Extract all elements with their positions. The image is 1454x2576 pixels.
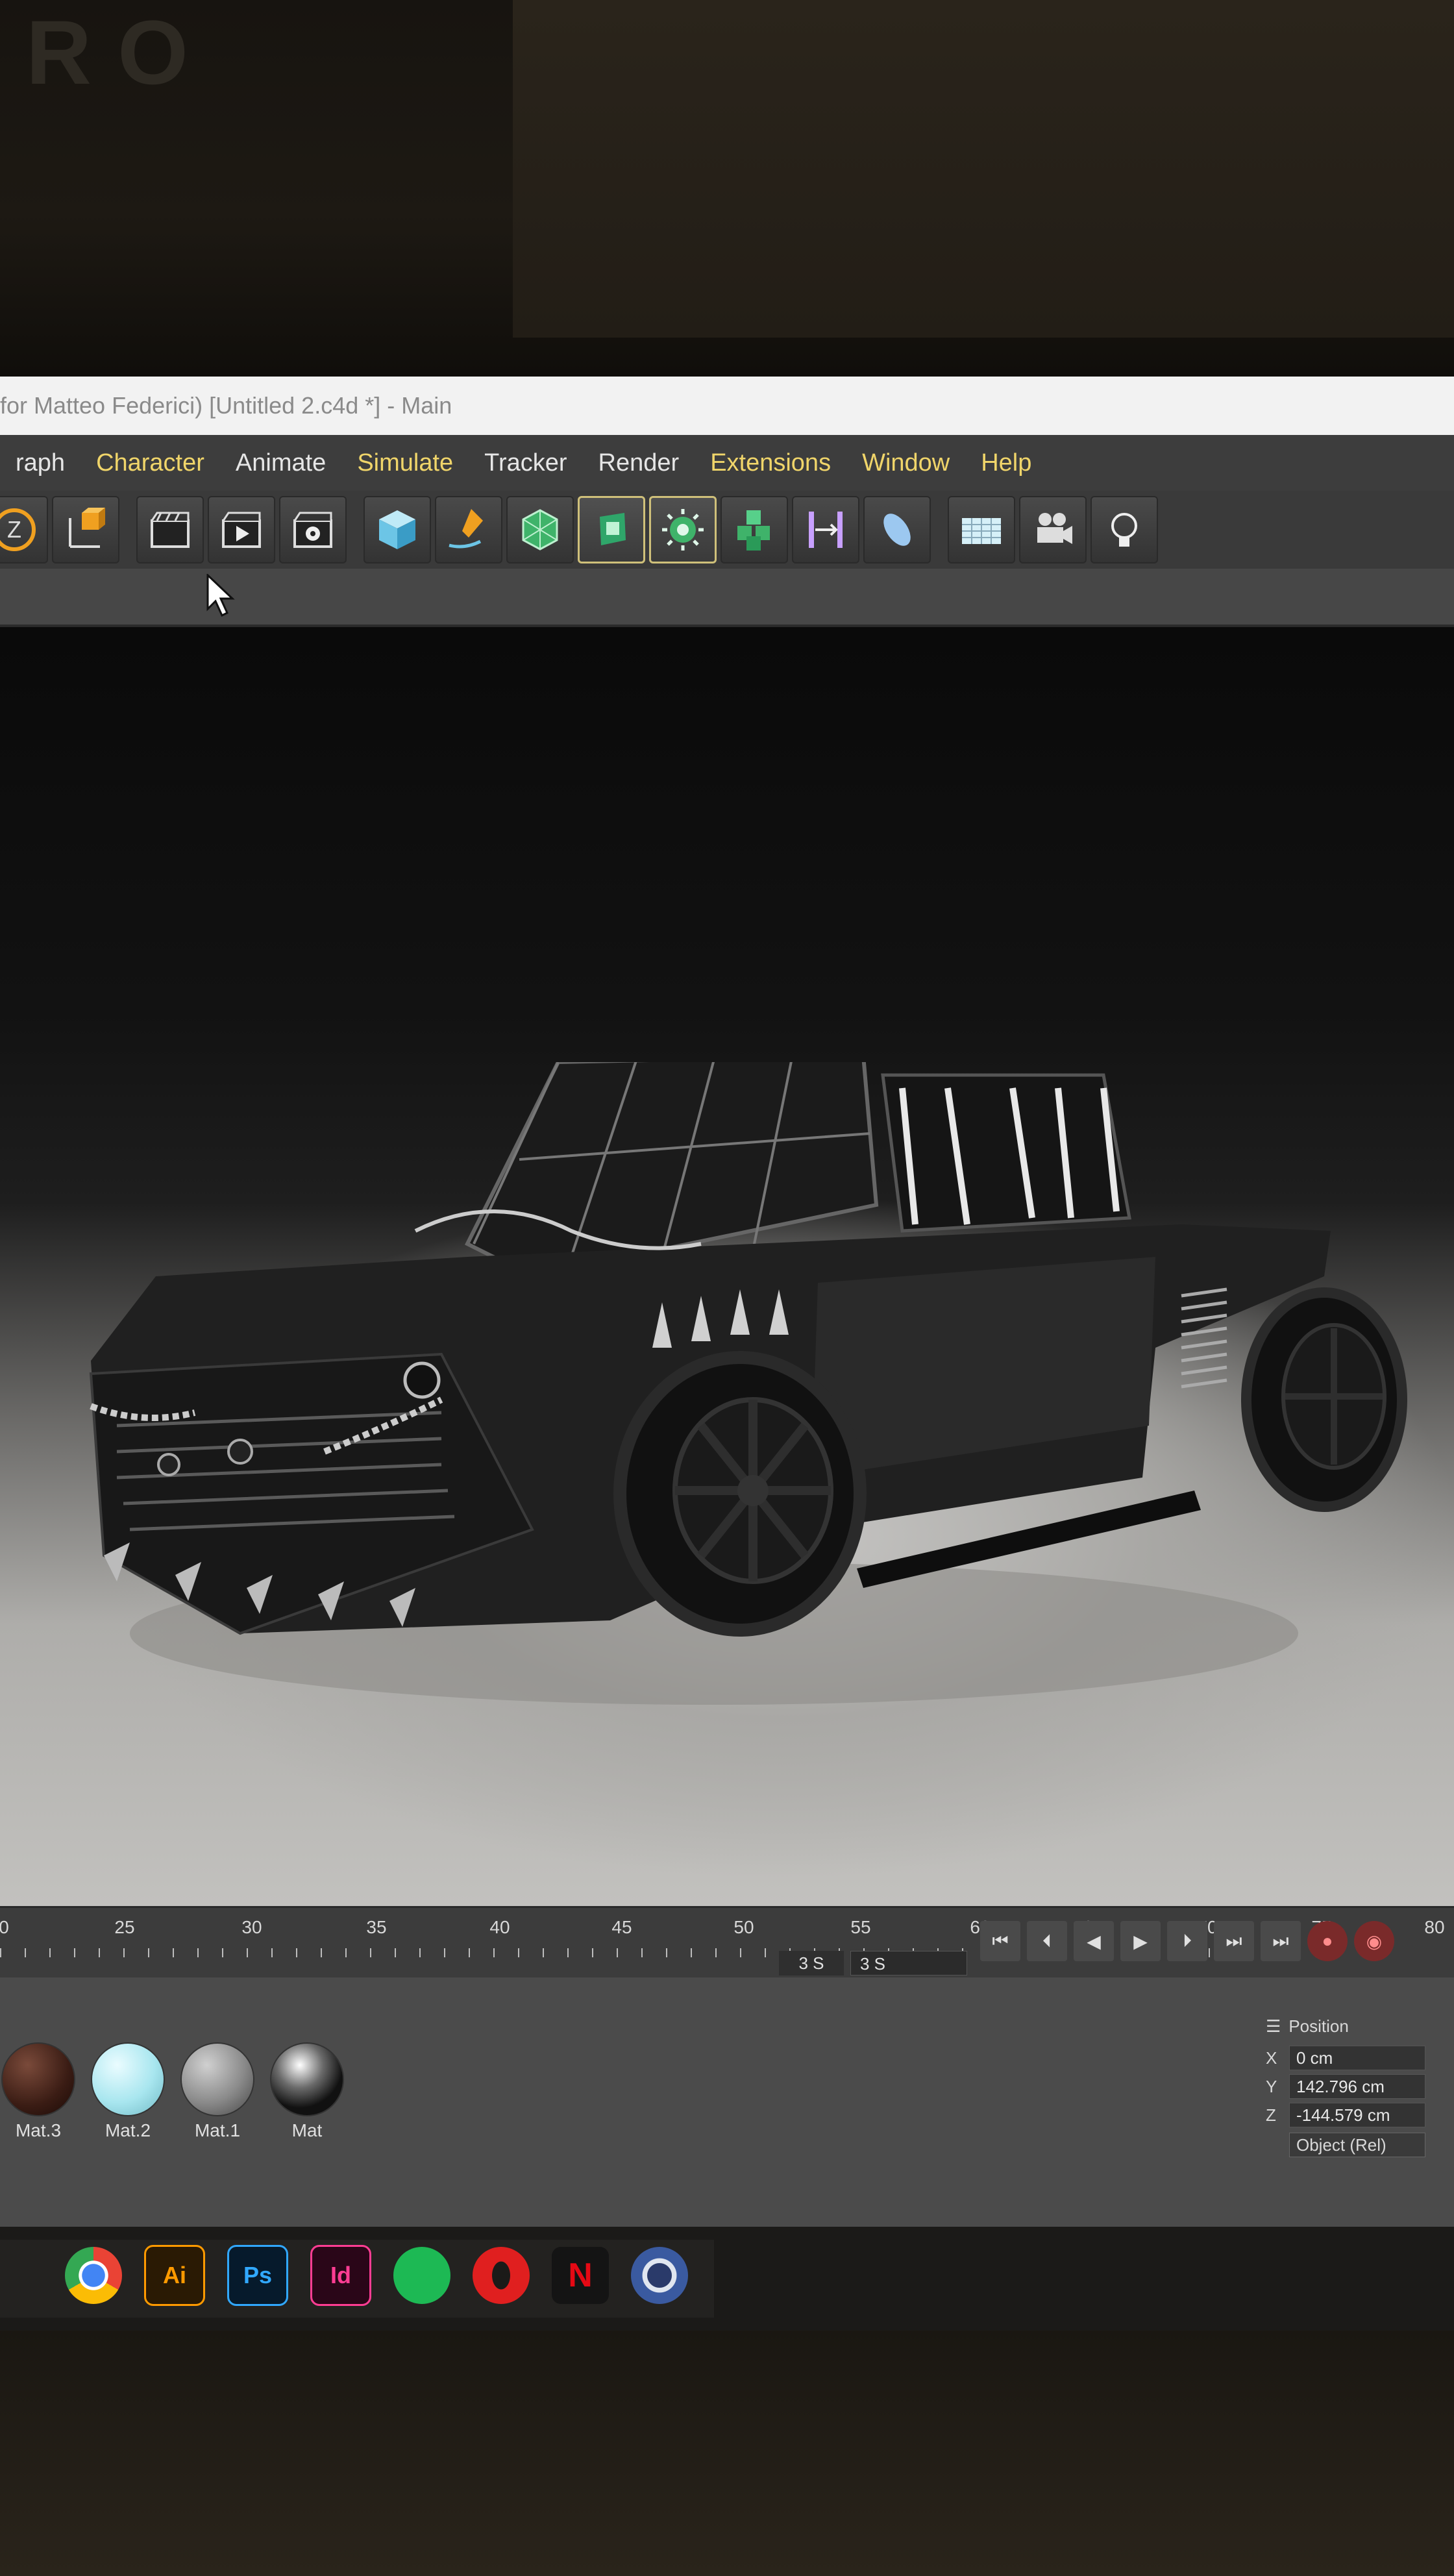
menu-character[interactable]: Character: [80, 449, 220, 477]
record-active-icon[interactable]: ●: [1307, 1921, 1348, 1961]
subdivision-icon[interactable]: [506, 496, 574, 564]
material-label: Mat.1: [194, 2120, 241, 2140]
render-settings-icon[interactable]: [279, 496, 347, 564]
photoshop-icon[interactable]: Ps: [227, 2245, 288, 2306]
hamburger-icon[interactable]: ☰: [1266, 2016, 1281, 2037]
chrome-icon[interactable]: [65, 2247, 122, 2304]
material-item[interactable]: Mat.3: [0, 2042, 77, 2141]
material-item[interactable]: Mat: [269, 2042, 345, 2141]
taskbar-apps: Ai Ps Id N: [0, 2245, 688, 2306]
cinema4d-window: for Matteo Federici) [Untitled 2.c4d *] …: [0, 377, 1454, 2227]
deformer-icon[interactable]: [792, 496, 859, 564]
tick-label: 0: [0, 1917, 9, 1937]
next-frame-icon[interactable]: ⏵: [1167, 1921, 1207, 1961]
position-x-field[interactable]: 0 cm: [1289, 2046, 1425, 2070]
rear-wheel: [1241, 1287, 1407, 1512]
material-label: Mat.3: [15, 2120, 62, 2140]
lower-panel: Mat.3 Mat.2 Mat.1 Mat ☰ Position X 0 cm …: [0, 1977, 1454, 2227]
spotify-icon[interactable]: [393, 2247, 450, 2304]
material-preview: [270, 2042, 344, 2116]
front-wheel: [613, 1351, 867, 1637]
menu-mograph[interactable]: raph: [0, 449, 80, 477]
coordinates-title: Position: [1288, 2016, 1349, 2036]
material-item[interactable]: Mat.2: [90, 2042, 166, 2141]
menu-animate[interactable]: Animate: [220, 449, 341, 477]
mograph-cloner-icon[interactable]: [649, 496, 717, 564]
tick-label: 80: [1424, 1917, 1445, 1937]
timeline-panel: 0 25 30 35 40 45 50 55 60 65 70 75 80 3 …: [0, 1906, 1454, 1979]
cube-icon[interactable]: [364, 496, 431, 564]
menu-bar: raph Character Animate Simulate Tracker …: [0, 435, 1454, 491]
tick-label: 35: [366, 1917, 387, 1937]
menu-simulate[interactable]: Simulate: [341, 449, 469, 477]
extrude-icon[interactable]: [578, 496, 645, 564]
field-icon[interactable]: [863, 496, 931, 564]
coordinate-mode-dropdown[interactable]: Object (Rel): [1289, 2133, 1425, 2157]
axis-label-x: X: [1266, 2048, 1277, 2068]
svg-text:Z: Z: [7, 516, 21, 543]
tick-label: 50: [733, 1917, 754, 1937]
material-label: Mat.2: [105, 2120, 151, 2140]
car-model: [89, 1062, 1407, 1705]
material-preview: [180, 2042, 254, 2116]
previous-key-icon[interactable]: ⏴: [1027, 1921, 1067, 1961]
material-item[interactable]: Mat.1: [179, 2042, 256, 2141]
go-to-start-icon[interactable]: ⏮: [980, 1921, 1020, 1961]
go-to-end-icon[interactable]: ⏭: [1214, 1921, 1254, 1961]
light-icon[interactable]: [1090, 496, 1158, 564]
pen-spline-icon[interactable]: [435, 496, 502, 564]
z-axis-icon[interactable]: Z: [0, 496, 48, 564]
array-icon[interactable]: [721, 496, 788, 564]
os-taskbar: Ai Ps Id N: [0, 2227, 1454, 2331]
material-label: Mat: [291, 2120, 323, 2140]
tick-label: 55: [850, 1917, 871, 1937]
current-frame-display: 3 S: [779, 1951, 844, 1975]
play-icon[interactable]: ▶: [1120, 1921, 1161, 1961]
menu-help[interactable]: Help: [965, 449, 1047, 477]
material-preview: [91, 2042, 165, 2116]
next-key-icon[interactable]: ⏭: [1261, 1921, 1301, 1961]
position-z-field[interactable]: -144.579 cm: [1289, 2103, 1425, 2127]
netflix-icon[interactable]: N: [552, 2247, 609, 2304]
indesign-icon[interactable]: Id: [310, 2245, 371, 2306]
coordinate-system-icon[interactable]: [52, 496, 119, 564]
tick-label: 25: [114, 1917, 135, 1937]
tick-label: 30: [241, 1917, 262, 1937]
autokey-icon[interactable]: ◉: [1354, 1921, 1394, 1961]
mouse-cursor-icon: [206, 574, 235, 617]
material-preview: [1, 2042, 75, 2116]
camera-icon[interactable]: [1019, 496, 1087, 564]
wall-logo: RO: [26, 1, 214, 103]
transport-controls: ⏮ ⏴ ◀ ▶ ⏵ ⏭ ⏭ ● ◉: [980, 1921, 1394, 1961]
floor-icon[interactable]: [948, 496, 1015, 564]
opera-icon[interactable]: [473, 2247, 530, 2304]
illustrator-icon[interactable]: Ai: [144, 2245, 205, 2306]
material-manager: Mat.3 Mat.2 Mat.1 Mat: [0, 2042, 345, 2141]
desk-background: [0, 2331, 1454, 2576]
position-y-field[interactable]: 142.796 cm: [1289, 2074, 1425, 2099]
wall-panel: [513, 0, 1454, 338]
menu-window[interactable]: Window: [846, 449, 965, 477]
axis-label-z: Z: [1266, 2105, 1276, 2125]
render-view-icon[interactable]: [136, 496, 204, 564]
render-to-picture-viewer-icon[interactable]: [208, 496, 275, 564]
3d-viewport[interactable]: [0, 627, 1454, 1906]
menu-tracker[interactable]: Tracker: [469, 449, 582, 477]
window-titlebar: for Matteo Federici) [Untitled 2.c4d *] …: [0, 377, 1454, 435]
tick-label: 40: [489, 1917, 510, 1937]
cinema4d-icon[interactable]: [631, 2247, 688, 2304]
previous-frame-icon[interactable]: ◀: [1074, 1921, 1114, 1961]
tick-label: 45: [611, 1917, 632, 1937]
menu-extensions[interactable]: Extensions: [695, 449, 846, 477]
coordinates-manager: ☰ Position X 0 cm Y 142.796 cm Z -144.57…: [1266, 2016, 1454, 2157]
room-background: RO: [0, 0, 1454, 390]
axis-label-y: Y: [1266, 2076, 1277, 2096]
menu-render[interactable]: Render: [583, 449, 695, 477]
main-toolbar: Z: [0, 491, 1454, 569]
current-frame-field[interactable]: 3 S: [850, 1951, 967, 1975]
